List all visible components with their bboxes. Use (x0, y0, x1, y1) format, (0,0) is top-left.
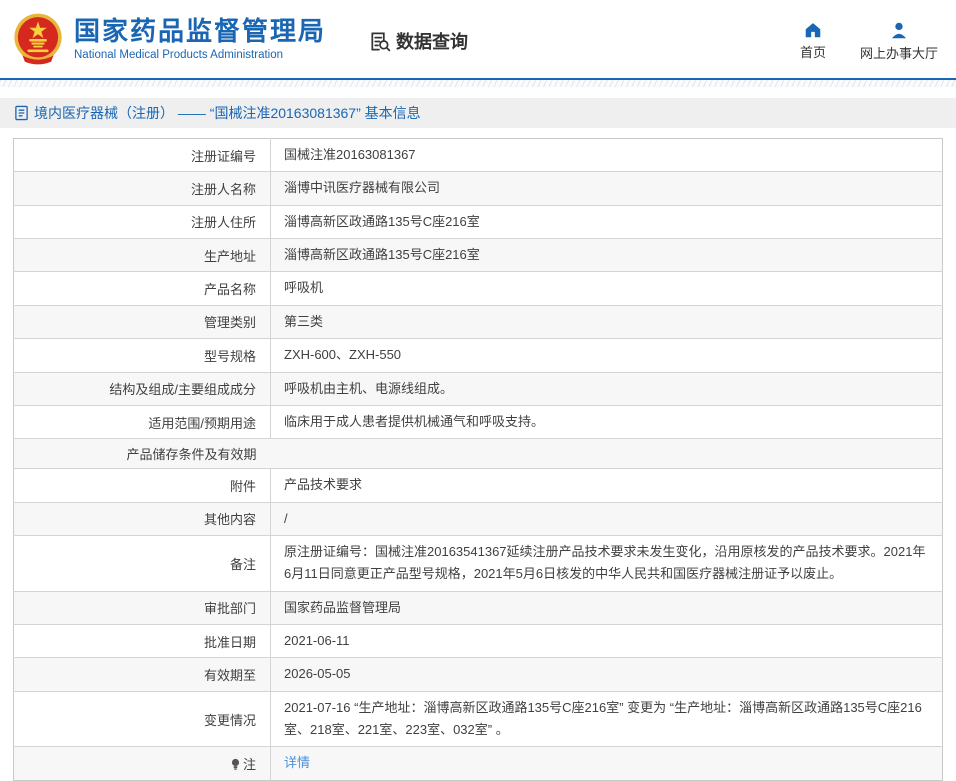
nav-home[interactable]: 首页 (800, 22, 826, 61)
row-value: 2021-06-11 (271, 625, 943, 658)
row-label: 生产地址 (14, 239, 271, 272)
row-value: 原注册证编号：国械注准20163541367延续注册产品技术要求未发生变化，沿用… (271, 535, 943, 591)
spacer (0, 87, 956, 98)
row-label: 附件 (14, 469, 271, 502)
nav-online-hall[interactable]: 网上办事大厅 (860, 22, 938, 62)
nav-online-hall-label: 网上办事大厅 (860, 43, 938, 62)
row-label: 审批部门 (14, 591, 271, 624)
nav-data-query[interactable]: 数据查询 (368, 24, 468, 54)
row-value: 国家药品监督管理局 (271, 591, 943, 624)
row-value: 国械注准20163081367 (271, 139, 943, 172)
table-row: 注册证编号国械注准20163081367 (14, 139, 943, 172)
user-icon (890, 22, 908, 39)
breadcrumb: 境内医疗器械（注册） —— “国械注准20163081367” 基本信息 (0, 98, 956, 128)
row-label: 结构及组成/主要组成成分 (14, 372, 271, 405)
table-row: 适用范围/预期用途临床用于成人患者提供机械通气和呼吸支持。 (14, 405, 943, 438)
row-label: 型号规格 (14, 339, 271, 372)
logo-group: 国家药品监督管理局 National Medical Products Admi… (10, 11, 326, 67)
row-value: ZXH-600、ZXH-550 (271, 339, 943, 372)
home-icon (804, 22, 822, 38)
row-label: 有效期至 (14, 658, 271, 691)
main-content: 注册证编号国械注准20163081367注册人名称淄博中讯医疗器械有限公司注册人… (0, 128, 956, 781)
row-label: 备注 (14, 535, 271, 591)
row-label: 产品储存条件及有效期 (14, 439, 271, 469)
table-row: 变更情况2021-07-16 “生产地址：淄博高新区政通路135号C座216室”… (14, 691, 943, 747)
row-value: 2021-07-16 “生产地址：淄博高新区政通路135号C座216室” 变更为… (271, 691, 943, 747)
breadcrumb-text: 境内医疗器械（注册） —— “国械注准20163081367” 基本信息 (34, 103, 421, 123)
table-row: 结构及组成/主要组成成分呼吸机由主机、电源线组成。 (14, 372, 943, 405)
row-value: 淄博高新区政通路135号C座216室 (271, 205, 943, 238)
table-row: 其他内容/ (14, 502, 943, 535)
site-header: 国家药品监督管理局 National Medical Products Admi… (0, 0, 956, 78)
bulb-icon (230, 758, 241, 771)
row-value: 产品技术要求 (271, 469, 943, 502)
row-value: / (271, 502, 943, 535)
row-value (271, 439, 943, 469)
row-value: 淄博高新区政通路135号C座216室 (271, 239, 943, 272)
table-row: 备注原注册证编号：国械注准20163541367延续注册产品技术要求未发生变化，… (14, 535, 943, 591)
table-row: 注册人住所淄博高新区政通路135号C座216室 (14, 205, 943, 238)
row-label: 注册证编号 (14, 139, 271, 172)
table-row: 生产地址淄博高新区政通路135号C座216室 (14, 239, 943, 272)
table-row: 注册人名称淄博中讯医疗器械有限公司 (14, 172, 943, 205)
info-table-body: 注册证编号国械注准20163081367注册人名称淄博中讯医疗器械有限公司注册人… (14, 139, 943, 781)
row-label: 管理类别 (14, 305, 271, 338)
table-row: 批准日期2021-06-11 (14, 625, 943, 658)
detail-link[interactable]: 详情 (284, 755, 310, 770)
registration-info-table: 注册证编号国械注准20163081367注册人名称淄博中讯医疗器械有限公司注册人… (13, 138, 943, 781)
top-right-nav: 首页 网上办事大厅 (800, 16, 938, 62)
table-row: 审批部门国家药品监督管理局 (14, 591, 943, 624)
row-value: 呼吸机由主机、电源线组成。 (271, 372, 943, 405)
hatch-strip (0, 80, 956, 87)
row-label: 其他内容 (14, 502, 271, 535)
row-label: 注册人住所 (14, 205, 271, 238)
data-search-icon (368, 30, 391, 53)
site-subtitle: National Medical Products Administration (74, 49, 326, 61)
nav-home-label: 首页 (800, 42, 826, 61)
table-row: 附件产品技术要求 (14, 469, 943, 502)
row-label: 注 (14, 747, 271, 780)
site-title: 国家药品监督管理局 (74, 17, 326, 46)
row-value: 第三类 (271, 305, 943, 338)
title-block: 国家药品监督管理局 National Medical Products Admi… (74, 17, 326, 61)
table-row: 型号规格ZXH-600、ZXH-550 (14, 339, 943, 372)
document-icon (14, 105, 29, 121)
table-row: 产品储存条件及有效期 (14, 439, 943, 469)
row-value: 详情 (271, 747, 943, 780)
row-value: 呼吸机 (271, 272, 943, 305)
row-label: 变更情况 (14, 691, 271, 747)
table-row: 注详情 (14, 747, 943, 780)
row-value: 2026-05-05 (271, 658, 943, 691)
national-emblem-logo (10, 11, 66, 67)
row-value: 临床用于成人患者提供机械通气和呼吸支持。 (271, 405, 943, 438)
row-label: 批准日期 (14, 625, 271, 658)
nav-data-query-label: 数据查询 (396, 28, 468, 54)
table-row: 产品名称呼吸机 (14, 272, 943, 305)
row-label: 注册人名称 (14, 172, 271, 205)
row-label: 适用范围/预期用途 (14, 405, 271, 438)
row-value: 淄博中讯医疗器械有限公司 (271, 172, 943, 205)
row-label: 产品名称 (14, 272, 271, 305)
table-row: 有效期至2026-05-05 (14, 658, 943, 691)
table-row: 管理类别第三类 (14, 305, 943, 338)
